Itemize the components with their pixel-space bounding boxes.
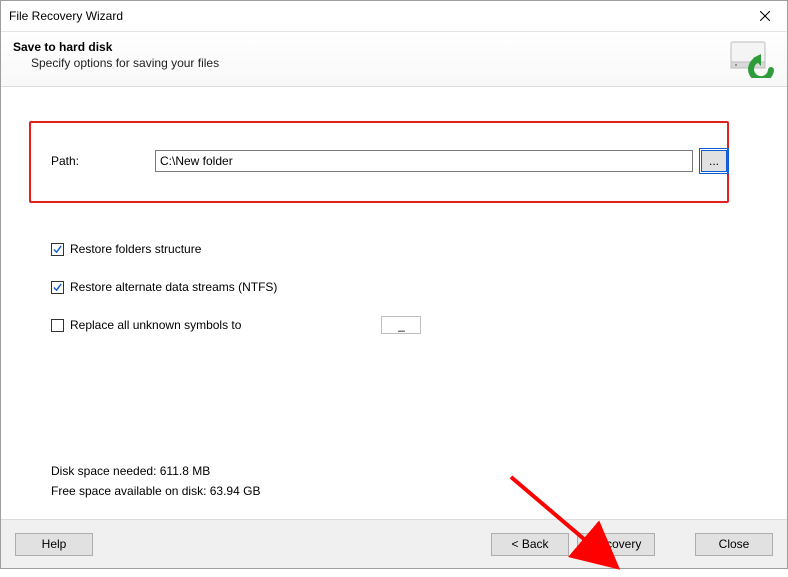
page-subtitle: Specify options for saving your files — [13, 56, 727, 72]
disk-stats: Disk space needed: 611.8 MB Free space a… — [51, 461, 260, 501]
close-icon — [760, 11, 770, 21]
path-input[interactable] — [155, 150, 693, 172]
browse-button[interactable]: ... — [701, 150, 727, 172]
checkbox-restore-structure[interactable] — [51, 243, 64, 256]
option-replace-symbols[interactable]: Replace all unknown symbols to — [51, 315, 611, 335]
close-button[interactable]: Close — [695, 533, 773, 556]
page-title: Save to hard disk — [13, 38, 727, 56]
label-replace-symbols: Replace all unknown symbols to — [70, 318, 241, 332]
path-row: Path: ... — [51, 149, 727, 173]
options-group: Restore folders structure Restore altern… — [51, 239, 611, 353]
option-restore-structure[interactable]: Restore folders structure — [51, 239, 611, 259]
disk-space-needed: Disk space needed: 611.8 MB — [51, 461, 260, 481]
window-close-button[interactable] — [742, 1, 787, 31]
window-title: File Recovery Wizard — [9, 9, 742, 23]
back-button[interactable]: < Back — [491, 533, 569, 556]
help-button[interactable]: Help — [15, 533, 93, 556]
titlebar: File Recovery Wizard — [1, 1, 787, 32]
option-restore-ads[interactable]: Restore alternate data streams (NTFS) — [51, 277, 611, 297]
label-restore-structure: Restore folders structure — [70, 242, 201, 256]
hard-disk-icon — [727, 38, 775, 78]
wizard-body: Path: ... Restore folders structure Rest… — [1, 87, 787, 519]
recovery-button[interactable]: Recovery — [577, 533, 655, 556]
label-restore-ads: Restore alternate data streams (NTFS) — [70, 280, 277, 294]
disk-space-free: Free space available on disk: 63.94 GB — [51, 481, 260, 501]
wizard-header: Save to hard disk Specify options for sa… — [1, 32, 787, 87]
checkbox-replace-symbols[interactable] — [51, 319, 64, 332]
wizard-header-text: Save to hard disk Specify options for sa… — [13, 38, 727, 72]
replace-symbol-input[interactable] — [381, 316, 421, 334]
checkbox-restore-ads[interactable] — [51, 281, 64, 294]
path-label: Path: — [51, 154, 147, 168]
button-bar: Help < Back Recovery Close — [1, 519, 787, 568]
wizard-window: File Recovery Wizard Save to hard disk S… — [0, 0, 788, 569]
